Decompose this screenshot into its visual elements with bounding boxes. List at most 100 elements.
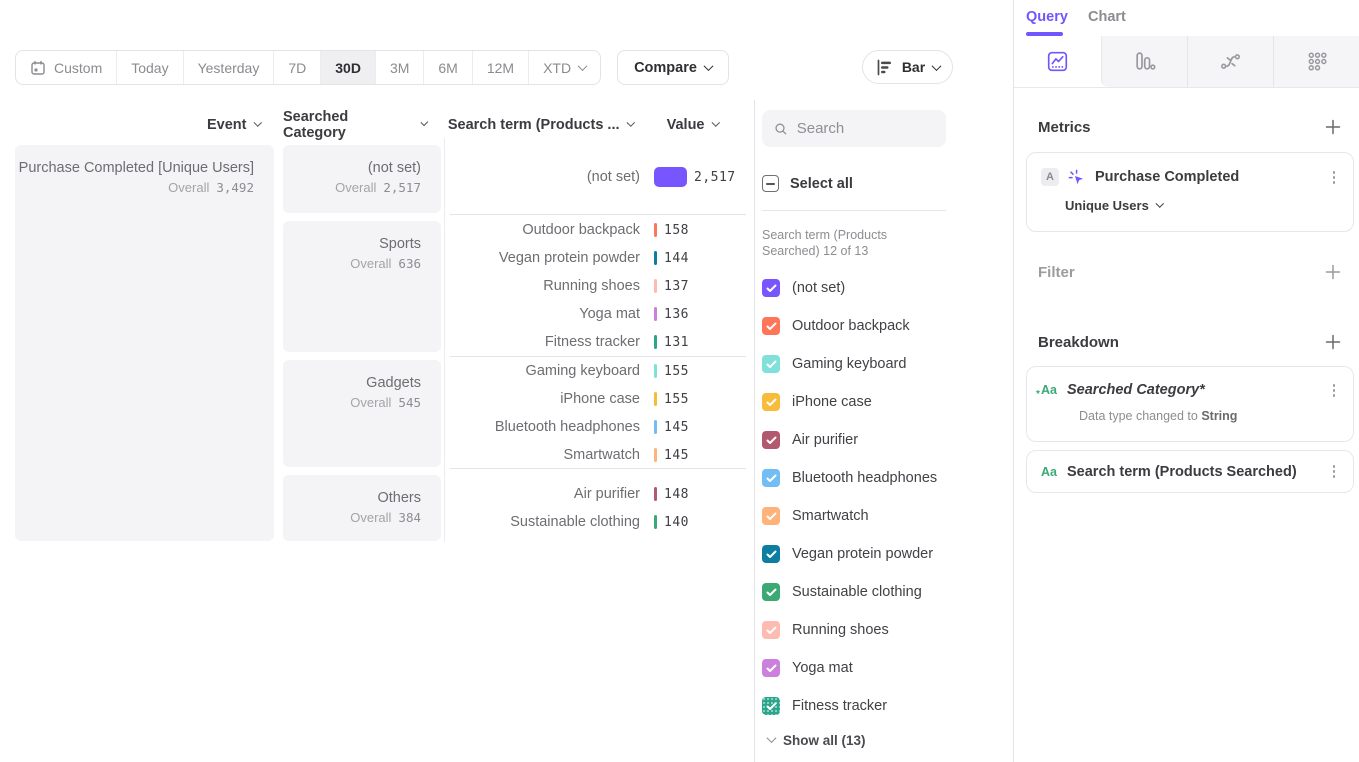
metric-letter-badge: A — [1041, 168, 1059, 186]
table-row[interactable]: Yoga mat136 — [450, 300, 746, 328]
category-cell-others[interactable]: Others Overall384 — [283, 475, 441, 541]
table-row[interactable]: (not set)2,517 — [450, 163, 746, 191]
metric-card[interactable]: A Purchase Completed Unique Users — [1026, 152, 1354, 232]
checkbox-checked-icon — [762, 621, 780, 639]
table-row[interactable]: Air purifier148 — [450, 480, 746, 508]
filter-item[interactable]: Gaming keyboard — [762, 354, 906, 374]
table-row[interactable]: Fitness tracker131 — [450, 328, 746, 356]
range-12m-button[interactable]: 12M — [472, 51, 528, 84]
metric-menu-button[interactable] — [1329, 167, 1340, 188]
column-header-category[interactable]: Searched Category — [283, 116, 427, 134]
column-header-search-term[interactable]: Search term (Products ... — [420, 116, 633, 134]
filter-item[interactable]: (not set) — [762, 278, 845, 298]
filter-item[interactable]: Smartwatch — [762, 506, 869, 526]
select-all-checkbox[interactable]: Select all — [762, 175, 853, 192]
table-row[interactable]: Running shoes137 — [450, 272, 746, 300]
report-type-tabs — [1014, 36, 1359, 88]
value-bar — [654, 487, 657, 501]
filter-item[interactable]: Sustainable clothing — [762, 582, 922, 602]
breakdown-menu-button[interactable] — [1329, 461, 1340, 482]
tab-insights[interactable] — [1014, 36, 1101, 87]
breakdown-menu-button[interactable] — [1329, 380, 1340, 401]
value-text: 145 — [664, 448, 689, 463]
overall-label: Overall — [350, 256, 391, 271]
range-label: 6M — [438, 60, 457, 76]
filter-item[interactable]: iPhone case — [762, 392, 872, 412]
add-breakdown-button[interactable] — [1324, 333, 1342, 351]
tab-retention[interactable] — [1273, 36, 1359, 87]
chevron-down-icon — [1156, 200, 1164, 208]
breakdown-card-search-term[interactable]: Aa Search term (Products Searched) — [1026, 450, 1354, 493]
compare-button[interactable]: Compare — [617, 50, 729, 85]
column-header-event[interactable]: Event — [15, 116, 260, 134]
table-row[interactable]: Bluetooth headphones145 — [450, 413, 746, 441]
measure-select[interactable]: Unique Users — [1065, 198, 1353, 213]
filter-item[interactable]: Yoga mat — [762, 658, 853, 678]
tab-funnels[interactable] — [1102, 36, 1187, 87]
filter-item[interactable]: Outdoor backpack — [762, 316, 910, 336]
chart-type-select[interactable]: Bar — [862, 50, 953, 84]
flows-icon — [1219, 50, 1242, 73]
range-label: 12M — [487, 60, 514, 76]
overall-value: 3,492 — [216, 180, 254, 195]
category-cell-gadgets[interactable]: Gadgets Overall545 — [283, 360, 441, 467]
value-text: 155 — [664, 364, 689, 379]
range-xtd-button[interactable]: XTD — [528, 51, 600, 84]
filter-item-label: Vegan protein powder — [792, 546, 933, 562]
table-row[interactable]: Smartwatch145 — [450, 441, 746, 469]
tab-flows[interactable] — [1187, 36, 1273, 87]
breakdown-card-row: Aa Search term (Products Searched) — [1027, 451, 1353, 492]
tab-chart[interactable]: Chart — [1088, 9, 1126, 25]
overall-label: Overall — [168, 180, 209, 195]
filter-item[interactable]: Running shoes — [762, 620, 889, 640]
value-bar — [654, 223, 657, 237]
table-row[interactable]: Sustainable clothing140 — [450, 508, 746, 536]
filter-item[interactable]: Bluetooth headphones — [762, 468, 937, 488]
overall-value: 2,517 — [383, 180, 421, 195]
checkbox-checked-icon — [762, 507, 780, 525]
add-metric-button[interactable] — [1324, 118, 1342, 136]
range-3m-button[interactable]: 3M — [375, 51, 423, 84]
filter-item-label: Sustainable clothing — [792, 584, 922, 600]
tab-query[interactable]: Query — [1026, 9, 1068, 25]
search-box — [762, 110, 946, 147]
range-6m-button[interactable]: 6M — [423, 51, 471, 84]
checkbox-checked-icon — [762, 469, 780, 487]
overall-value: 384 — [398, 510, 421, 525]
modified-star-icon: * — [1036, 389, 1040, 400]
column-header-value[interactable]: Value — [640, 116, 718, 134]
breakdown-note-type: String — [1201, 409, 1237, 423]
add-filter-button[interactable] — [1324, 263, 1342, 281]
metrics-heading: Metrics — [1038, 119, 1091, 136]
filter-item-label: Running shoes — [792, 622, 889, 638]
range-today-button[interactable]: Today — [116, 51, 182, 84]
value-text: 136 — [664, 307, 689, 322]
chevron-down-icon — [703, 61, 713, 71]
filter-item-label: Fitness tracker — [792, 698, 887, 714]
category-cell-sports[interactable]: Sports Overall636 — [283, 221, 441, 352]
chevron-down-icon — [932, 61, 942, 71]
table-row[interactable]: Gaming keyboard155 — [450, 357, 746, 385]
inactive-report-tabs — [1101, 36, 1359, 87]
show-all-button[interactable]: Show all (13) — [768, 733, 866, 748]
event-cell[interactable]: Purchase Completed [Unique Users] Overal… — [15, 145, 274, 541]
range-custom-button[interactable]: Custom — [16, 51, 116, 84]
filter-item[interactable]: Fitness tracker — [762, 696, 887, 716]
breakdown-card-searched-category[interactable]: *Aa Searched Category* Data type changed… — [1026, 366, 1354, 442]
range-30d-button[interactable]: 30D — [320, 51, 375, 84]
filter-item[interactable]: Vegan protein powder — [762, 544, 933, 564]
term-label: Vegan protein powder — [450, 250, 640, 266]
term-label: Bluetooth headphones — [450, 419, 640, 435]
term-label: Air purifier — [450, 486, 640, 502]
range-7d-button[interactable]: 7D — [273, 51, 320, 84]
range-yesterday-button[interactable]: Yesterday — [183, 51, 274, 84]
checkbox-checked-icon — [762, 355, 780, 373]
filter-item[interactable]: Air purifier — [762, 430, 858, 450]
select-all-label: Select all — [790, 176, 853, 192]
table-row[interactable]: Outdoor backpack158 — [450, 216, 746, 244]
search-input[interactable] — [797, 120, 934, 137]
table-row[interactable]: Vegan protein powder144 — [450, 244, 746, 272]
checkbox-checked-icon — [762, 279, 780, 297]
table-row[interactable]: iPhone case155 — [450, 385, 746, 413]
category-cell-not-set[interactable]: (not set) Overall2,517 — [283, 145, 441, 213]
